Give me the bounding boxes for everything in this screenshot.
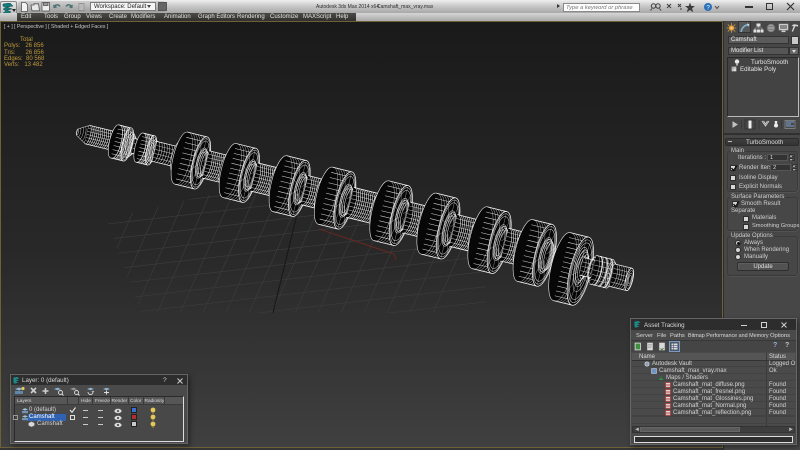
svg-text:?: ?: [706, 4, 710, 11]
